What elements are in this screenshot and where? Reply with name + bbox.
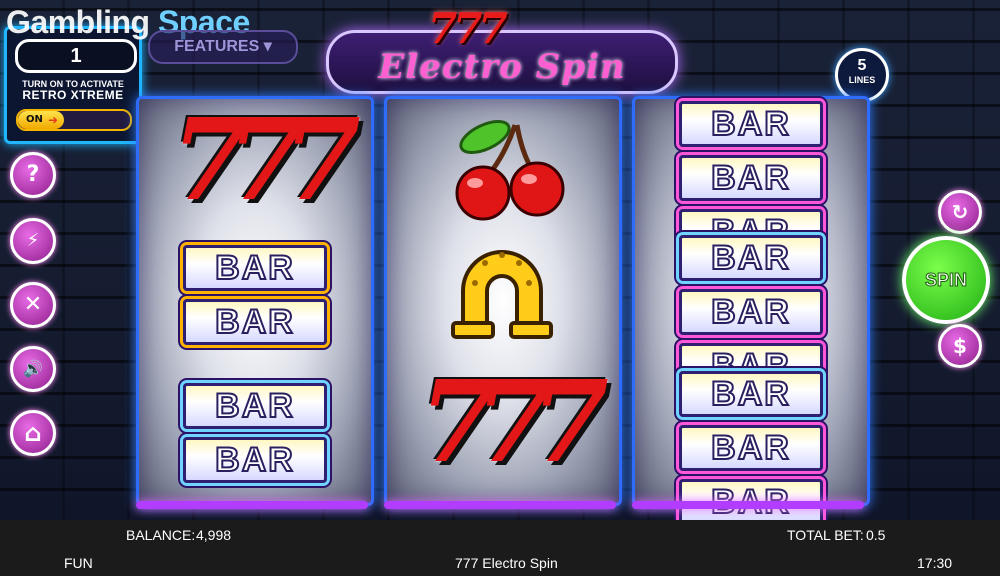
logo-sevens: 777 xyxy=(428,4,508,53)
turbo-button[interactable]: ⚡ xyxy=(10,218,56,264)
features-button[interactable]: FEATURES ▾ xyxy=(148,30,298,64)
bar-symbol: BAR xyxy=(679,425,823,471)
retro-text-line2: RETRO XTREME xyxy=(22,88,124,102)
total-bet-value: 0.5 xyxy=(866,527,886,543)
reel-1: 777 BAR BAR BAR BAR xyxy=(136,95,374,509)
bar-symbol: BAR xyxy=(679,289,823,335)
features-label: FEATURES xyxy=(174,38,260,55)
autoplay-button[interactable]: ↻ xyxy=(938,190,982,234)
seven-symbol: 777 xyxy=(171,95,361,226)
logo-title: Electro Spin xyxy=(378,47,626,87)
autoplay-icon: ↻ xyxy=(951,200,969,224)
bar-symbol: BAR xyxy=(183,299,327,345)
help-button[interactable]: ? xyxy=(10,152,56,198)
spin-button[interactable]: SPIN xyxy=(902,236,990,324)
turbo-off-icon: ⚡ xyxy=(26,230,40,251)
game-name: 777 Electro Spin xyxy=(455,555,558,571)
sound-button[interactable]: 🔊 xyxy=(10,346,56,392)
cherry-icon xyxy=(455,120,565,221)
bar-symbol: BAR xyxy=(679,371,823,417)
watermark-part1: Gambling xyxy=(6,4,150,40)
settings-button[interactable]: ✕ xyxy=(10,282,56,328)
chevron-down-icon: ▾ xyxy=(263,38,272,55)
balance-label: BALANCE: xyxy=(126,527,196,543)
home-button[interactable]: ⌂ xyxy=(10,410,56,456)
bar-symbol: BAR xyxy=(679,101,823,147)
double-bar-symbol: BAR BAR xyxy=(139,245,371,353)
double-bar-symbol: BAR BAR xyxy=(139,383,371,491)
bar-symbol: BAR xyxy=(183,383,327,429)
help-icon: ? xyxy=(26,162,40,187)
bar-symbol: BAR xyxy=(183,245,327,291)
bar-symbol: BAR xyxy=(679,235,823,281)
status-bar: BALANCE: 4,998 TOTAL BET: 0.5 FUN 777 El… xyxy=(0,520,1000,576)
home-icon: ⌂ xyxy=(24,419,42,447)
bet-button[interactable]: $ xyxy=(938,324,982,368)
seven-symbol: 777 xyxy=(419,357,609,488)
reel-3: BAR BAR BAR BAR BAR BAR BAR BAR BAR xyxy=(632,96,870,520)
settings-icon: ✕ xyxy=(23,292,43,317)
lines-count: 5 xyxy=(857,57,867,74)
game-stage: 1 TURN ON TO ACTIVATE RETRO XTREME ON ➜ … xyxy=(0,0,1000,520)
coin-icon: $ xyxy=(953,334,967,358)
retro-xtreme-toggle[interactable]: ON ➜ xyxy=(16,109,132,131)
bet-value-display[interactable]: 1 xyxy=(15,39,137,73)
mode-label: FUN xyxy=(64,555,93,571)
lines-label: LINES xyxy=(848,75,876,85)
sound-icon: 🔊 xyxy=(23,359,43,378)
triple-bar-symbol: BAR BAR BAR xyxy=(635,371,867,520)
lines-indicator: 5 LINES xyxy=(835,48,889,102)
reel-2: 777 xyxy=(384,96,622,509)
balance-value: 4,998 xyxy=(196,527,232,543)
bar-symbol: BAR xyxy=(679,479,823,520)
retro-xtreme-text: TURN ON TO ACTIVATE RETRO XTREME xyxy=(9,79,137,101)
clock: 17:30 xyxy=(917,555,953,571)
bar-symbol: BAR xyxy=(183,437,327,483)
total-bet-label: TOTAL BET: xyxy=(787,527,864,543)
spin-label: SPIN xyxy=(924,270,967,291)
horseshoe-icon xyxy=(451,250,553,339)
bet-panel: 1 TURN ON TO ACTIVATE RETRO XTREME ON ➜ xyxy=(4,26,142,144)
toggle-label: ON xyxy=(26,114,43,125)
arrow-right-icon: ➜ xyxy=(48,113,59,127)
bar-symbol: BAR xyxy=(679,155,823,201)
